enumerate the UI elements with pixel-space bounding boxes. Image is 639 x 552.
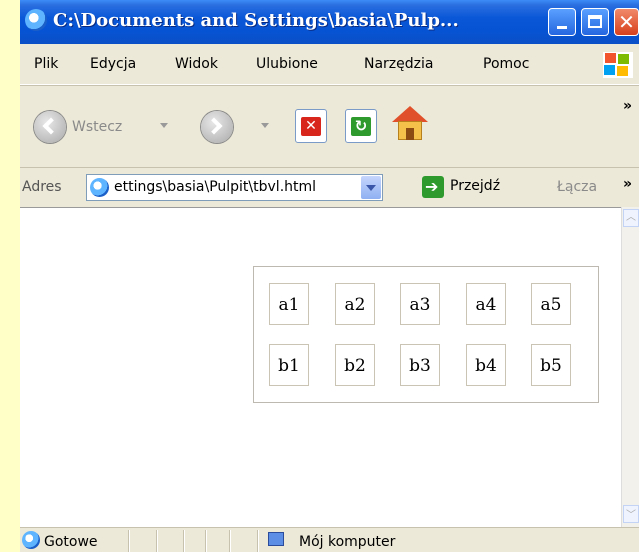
status-divider: [257, 530, 259, 552]
table-cell: a1: [269, 283, 309, 325]
table-cell: a3: [400, 283, 440, 325]
status-divider: [128, 530, 130, 552]
security-zone: Mój komputer: [299, 534, 396, 550]
toolbar: Wstecz ✕ ↻ »: [20, 85, 639, 168]
scroll-up-arrow-icon[interactable]: [623, 208, 639, 227]
window-title: C:\Documents and Settings\basia\Pulp...: [53, 10, 459, 31]
table-cell: b2: [335, 344, 375, 386]
go-arrow-icon[interactable]: [422, 176, 444, 198]
back-arrow-icon[interactable]: [34, 111, 66, 143]
table-cell: b3: [400, 344, 440, 386]
browser-window: C:\Documents and Settings\basia\Pulp... …: [20, 0, 639, 552]
status-bar: Gotowe Mój komputer: [20, 527, 639, 552]
menu-bar: Plik Edycja Widok Ulubione Narzędzia Pom…: [20, 44, 639, 85]
home-icon[interactable]: [392, 106, 428, 142]
table-cell: a4: [466, 283, 506, 325]
forward-history-dropdown-icon[interactable]: [261, 123, 269, 128]
close-button[interactable]: ✕: [614, 8, 639, 36]
refresh-button[interactable]: ↻: [345, 109, 377, 143]
status-text: Gotowe: [44, 534, 98, 550]
close-icon: ✕: [618, 10, 635, 34]
status-divider: [183, 530, 185, 552]
table-cell: a2: [335, 283, 375, 325]
menu-file[interactable]: Plik: [34, 56, 58, 72]
ie-icon: [25, 9, 47, 31]
page-status-icon: [22, 531, 40, 549]
status-divider: [205, 530, 207, 552]
table-cell: b1: [269, 344, 309, 386]
windows-logo-icon: [603, 52, 633, 78]
toolbar-overflow-chevron[interactable]: »: [623, 98, 632, 114]
refresh-icon: ↻: [351, 117, 371, 136]
address-label: Adres: [22, 179, 62, 195]
links-button[interactable]: Łącza: [557, 179, 597, 195]
page-content: a1 a2 a3 a4 a5 b1 b2 b3 b4 b5: [20, 207, 621, 528]
forward-arrow-icon[interactable]: [201, 111, 233, 143]
status-divider: [156, 530, 158, 552]
menu-view[interactable]: Widok: [175, 56, 218, 72]
maximize-button[interactable]: [581, 8, 609, 36]
table-cell: b4: [466, 344, 506, 386]
menu-favorites[interactable]: Ulubione: [256, 56, 318, 72]
outer-table: a1 a2 a3 a4 a5 b1 b2 b3 b4 b5: [253, 266, 599, 403]
title-bar[interactable]: C:\Documents and Settings\basia\Pulp... …: [20, 0, 639, 44]
address-input[interactable]: ettings\basia\Pulpit\tbvl.html: [86, 174, 383, 201]
minimize-button[interactable]: [548, 8, 576, 36]
address-dropdown-button[interactable]: [361, 176, 381, 199]
address-url[interactable]: ettings\basia\Pulpit\tbvl.html: [114, 179, 316, 195]
address-bar: Adres ettings\basia\Pulpit\tbvl.html Prz…: [20, 167, 639, 208]
computer-icon: [268, 532, 284, 546]
go-button[interactable]: Przejdź: [450, 178, 500, 194]
status-divider: [229, 530, 231, 552]
menu-tools[interactable]: Narzędzia: [364, 56, 433, 72]
back-button-label[interactable]: Wstecz: [72, 119, 122, 135]
table-cell: a5: [531, 283, 571, 325]
back-history-dropdown-icon[interactable]: [160, 123, 168, 128]
scroll-down-arrow-icon[interactable]: [623, 505, 639, 523]
menu-edit[interactable]: Edycja: [90, 56, 136, 72]
vertical-scrollbar[interactable]: [621, 207, 639, 527]
table-cell: b5: [531, 344, 571, 386]
stop-icon: ✕: [301, 117, 321, 136]
menu-help[interactable]: Pomoc: [483, 56, 529, 72]
stop-button[interactable]: ✕: [295, 109, 327, 143]
links-overflow-chevron[interactable]: »: [623, 176, 632, 192]
page-icon: [90, 178, 109, 197]
